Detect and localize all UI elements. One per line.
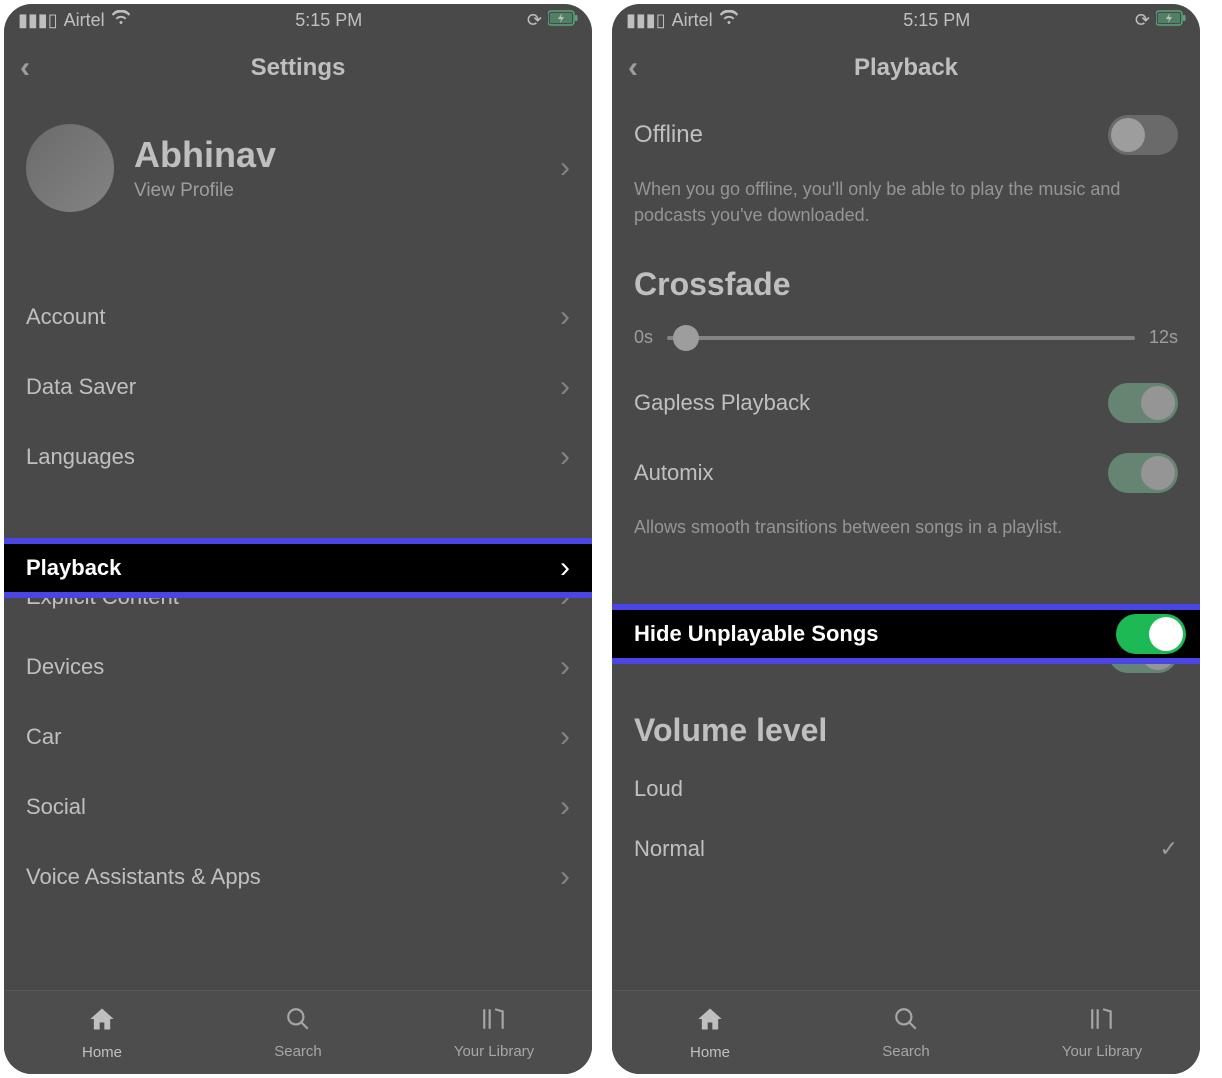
settings-item-account[interactable]: Account ›: [4, 282, 592, 352]
chevron-right-icon: ›: [560, 300, 570, 334]
clock: 5:15 PM: [903, 10, 970, 31]
offline-desc: When you go offline, you'll only be able…: [612, 170, 1200, 242]
crossfade-title: Crossfade: [612, 242, 1200, 313]
avatar: [26, 124, 114, 212]
search-icon: [893, 1006, 919, 1039]
chevron-right-icon: ›: [560, 790, 570, 824]
page-title: Settings: [251, 54, 346, 82]
chevron-right-icon: ›: [560, 370, 570, 404]
highlight-hide-unplayable: Hide Unplayable Songs: [612, 604, 1200, 664]
orientation-lock-icon: ⟳: [527, 10, 542, 31]
back-button[interactable]: ‹: [20, 53, 30, 83]
volume-loud[interactable]: Loud: [612, 759, 1200, 819]
carrier-label: Airtel: [672, 10, 713, 31]
tab-search[interactable]: Search: [808, 991, 1004, 1074]
battery-icon: [1156, 10, 1186, 31]
settings-screen: ▮▮▮▯ Airtel 5:15 PM ⟳ ‹ Settings Abhinav…: [4, 4, 592, 1074]
tab-library[interactable]: Your Library: [396, 991, 592, 1074]
profile-subtitle: View Profile: [134, 180, 540, 202]
tab-bar: Home Search Your Library: [612, 990, 1200, 1074]
settings-item-devices[interactable]: Devices ›: [4, 632, 592, 702]
check-icon: ✓: [1160, 836, 1178, 862]
volume-normal[interactable]: Normal ✓: [612, 819, 1200, 879]
clock: 5:15 PM: [295, 10, 362, 31]
hide-unplayable-row: Hide Unplayable Songs: [612, 610, 1200, 658]
hide-unplayable-toggle[interactable]: [1116, 614, 1186, 654]
tab-search[interactable]: Search: [200, 991, 396, 1074]
settings-item-car[interactable]: Car ›: [4, 702, 592, 772]
volume-title: Volume level: [612, 688, 1200, 759]
status-bar: ▮▮▮▯ Airtel 5:15 PM ⟳: [612, 4, 1200, 36]
settings-item-playback[interactable]: Playback ›: [4, 544, 592, 592]
highlight-playback: Playback ›: [4, 538, 592, 598]
chevron-right-icon: ›: [560, 551, 570, 585]
tab-library[interactable]: Your Library: [1004, 991, 1200, 1074]
search-icon: [285, 1006, 311, 1039]
offline-toggle[interactable]: [1108, 115, 1178, 155]
settings-item-data-saver[interactable]: Data Saver ›: [4, 352, 592, 422]
chevron-right-icon: ›: [560, 860, 570, 894]
crossfade-max: 12s: [1149, 327, 1178, 348]
crossfade-min: 0s: [634, 327, 653, 348]
home-icon: [696, 1005, 724, 1040]
home-icon: [88, 1005, 116, 1040]
settings-item-voice[interactable]: Voice Assistants & Apps ›: [4, 842, 592, 912]
header: ‹ Settings: [4, 36, 592, 100]
signal-icon: ▮▮▮▯: [18, 10, 58, 31]
page-title: Playback: [854, 54, 958, 82]
automix-desc: Allows smooth transitions between songs …: [612, 508, 1200, 554]
battery-icon: [548, 10, 578, 31]
settings-item-languages[interactable]: Languages ›: [4, 422, 592, 492]
gapless-row: Gapless Playback: [612, 368, 1200, 438]
crossfade-slider[interactable]: [667, 336, 1135, 340]
orientation-lock-icon: ⟳: [1135, 10, 1150, 31]
status-bar: ▮▮▮▯ Airtel 5:15 PM ⟳: [4, 4, 592, 36]
chevron-right-icon: ›: [560, 720, 570, 754]
gapless-toggle[interactable]: [1108, 383, 1178, 423]
back-button[interactable]: ‹: [628, 53, 638, 83]
carrier-label: Airtel: [64, 10, 105, 31]
chevron-right-icon: ›: [560, 650, 570, 684]
tab-home[interactable]: Home: [612, 991, 808, 1074]
crossfade-slider-row: 0s 12s: [612, 313, 1200, 368]
automix-row: Automix: [612, 438, 1200, 508]
wifi-icon: [719, 10, 739, 31]
offline-row: Offline: [612, 100, 1200, 170]
profile-row[interactable]: Abhinav View Profile ›: [4, 100, 592, 282]
chevron-right-icon: ›: [560, 151, 570, 185]
library-icon: [481, 1006, 507, 1039]
signal-icon: ▮▮▮▯: [626, 10, 666, 31]
settings-item-social[interactable]: Social ›: [4, 772, 592, 842]
slider-thumb[interactable]: [673, 325, 699, 351]
wifi-icon: [111, 10, 131, 31]
header: ‹ Playback: [612, 36, 1200, 100]
tab-home[interactable]: Home: [4, 991, 200, 1074]
library-icon: [1089, 1006, 1115, 1039]
playback-screen: ▮▮▮▯ Airtel 5:15 PM ⟳ ‹ Playback Offline…: [612, 4, 1200, 1074]
profile-name: Abhinav: [134, 134, 540, 176]
automix-toggle[interactable]: [1108, 453, 1178, 493]
tab-bar: Home Search Your Library: [4, 990, 592, 1074]
chevron-right-icon: ›: [560, 440, 570, 474]
